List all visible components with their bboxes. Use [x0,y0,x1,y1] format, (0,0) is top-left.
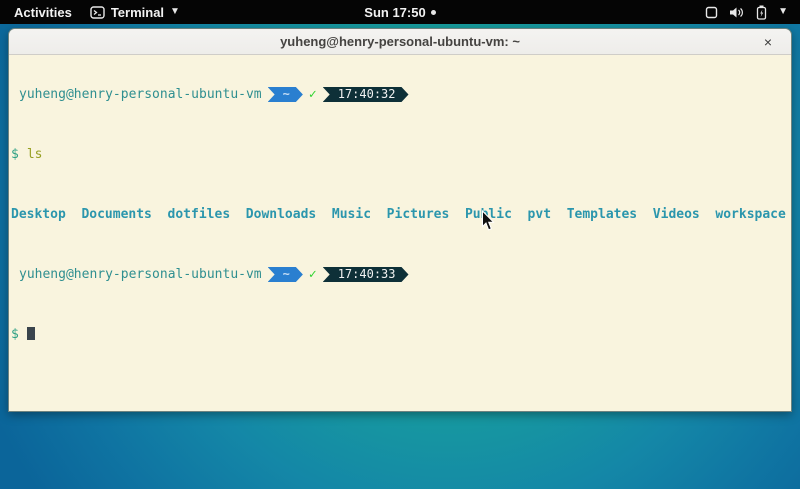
close-button[interactable]: × [757,29,779,55]
battery-charging-icon [756,5,767,20]
prompt-time-segment: 17:40:32 [323,87,409,102]
status-check-icon: ✓ [309,267,317,282]
prompt-path: ~ [283,87,290,102]
command-line-current: $ [11,327,790,342]
app-menu-label: Terminal [111,5,164,20]
prompt-dollar: $ [11,327,19,342]
prompt-path: ~ [283,267,290,282]
prompt-path-segment: ~ [268,87,303,102]
app-menu-terminal[interactable]: Terminal ▼ [90,5,180,20]
activities-button[interactable]: Activities [10,3,76,22]
topbar-left: Activities Terminal ▼ [0,3,180,22]
chevron-down-icon[interactable]: ▼ [778,7,788,17]
prompt-line: yuheng@henry-personal-ubuntu-vm ~ ✓ 17:4… [11,87,790,102]
terminal-screen[interactable]: yuheng@henry-personal-ubuntu-vm ~ ✓ 17:4… [9,55,791,412]
prompt-user: yuheng@henry-personal-ubuntu-vm [11,267,262,282]
prompt-line: yuheng@henry-personal-ubuntu-vm ~ ✓ 17:4… [11,267,790,282]
screen: Activities Terminal ▼ Sun 17:50 [0,0,800,489]
command-line: $ ls [11,147,790,162]
ls-output-line: Desktop Documents dotfiles Downloads Mus… [11,207,790,222]
terminal-cursor [27,327,35,340]
volume-icon [729,6,745,19]
window-title: yuheng@henry-personal-ubuntu-vm: ~ [9,34,791,49]
command-text: ls [27,147,43,162]
prompt-time: 17:40:33 [338,267,396,282]
top-bar: Activities Terminal ▼ Sun 17:50 [0,0,800,24]
notification-dot [431,10,436,15]
prompt-time: 17:40:32 [338,87,396,102]
clock-button[interactable]: Sun 17:50 [364,5,425,20]
chevron-down-icon: ▼ [170,7,180,17]
prompt-path-segment: ~ [268,267,303,282]
system-status-area[interactable]: ▼ [705,5,800,20]
terminal-window: yuheng@henry-personal-ubuntu-vm: ~ × yuh… [8,28,792,412]
prompt-time-segment: 17:40:33 [323,267,409,282]
terminal-app-icon [90,6,105,19]
prompt-dollar: $ [11,147,19,162]
screen-icon [705,6,718,19]
prompt-user: yuheng@henry-personal-ubuntu-vm [11,87,262,102]
status-check-icon: ✓ [309,87,317,102]
window-titlebar[interactable]: yuheng@henry-personal-ubuntu-vm: ~ × [9,29,791,55]
